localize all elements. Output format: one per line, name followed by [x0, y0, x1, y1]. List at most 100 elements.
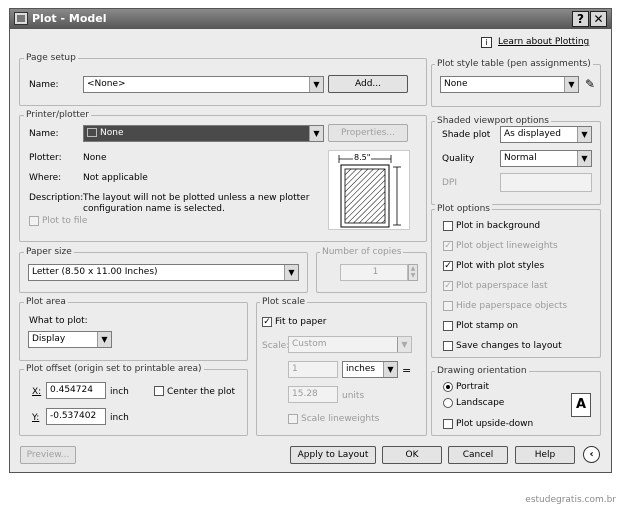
help-button[interactable]: Help: [515, 446, 575, 464]
portrait-label: Portrait: [456, 382, 490, 392]
copies-legend: Number of copies: [320, 247, 404, 257]
plot-offset-group: [19, 369, 248, 436]
help-title-button[interactable]: ?: [572, 11, 589, 27]
close-button[interactable]: ✕: [590, 11, 607, 27]
printer-name-label: Name:: [29, 129, 59, 139]
chevron-down-icon: ▼: [97, 332, 111, 347]
where-value: Not applicable: [83, 173, 148, 183]
chevron-down-icon: ▼: [577, 151, 591, 166]
scale-unit-select[interactable]: inches ▼: [342, 361, 398, 378]
printer-name-value: None: [100, 128, 124, 138]
what-to-plot-label: What to plot:: [29, 316, 88, 326]
plotter-value: None: [83, 153, 107, 163]
plot-option-checkbox[interactable]: [443, 301, 453, 311]
page-setup-name-value: <None>: [87, 79, 126, 89]
dpi-label: DPI: [442, 178, 458, 188]
center-plot-label: Center the plot: [167, 387, 236, 397]
scale-value1-input[interactable]: 1: [288, 361, 338, 378]
center-plot-checkbox[interactable]: [154, 386, 164, 396]
scale-units-label: units: [342, 391, 365, 401]
shade-plot-select[interactable]: As displayed ▼: [500, 126, 592, 143]
y-offset-unit: inch: [110, 413, 129, 423]
copies-input[interactable]: 1: [340, 264, 408, 281]
where-label: Where:: [29, 173, 62, 183]
title-bar: Plot - Model ? ✕: [10, 9, 611, 29]
add-page-setup-button[interactable]: Add...: [328, 75, 408, 93]
plot-option-checkbox[interactable]: [443, 221, 453, 231]
what-to-plot-value: Display: [32, 334, 66, 344]
paper-size-legend: Paper size: [24, 247, 74, 257]
landscape-label: Landscape: [456, 398, 505, 408]
plot-option-label: Plot paperspace last: [456, 281, 548, 291]
plot-option-checkbox[interactable]: [443, 321, 453, 331]
fit-to-paper-checkbox[interactable]: ✓: [262, 317, 272, 327]
plot-option-label: Plot object lineweights: [456, 241, 558, 251]
plot-option-label: Plot with plot styles: [456, 261, 545, 271]
x-offset-unit: inch: [110, 387, 129, 397]
plot-option-label: Hide paperspace objects: [456, 301, 568, 311]
description-line-2: configuration name is selected.: [83, 204, 225, 214]
edit-pen-icon[interactable]: ✎: [582, 76, 598, 93]
scale-select[interactable]: Custom ▼: [288, 336, 412, 353]
cancel-button[interactable]: Cancel: [448, 446, 508, 464]
chevron-down-icon: ▼: [309, 77, 323, 92]
chevron-down-icon: ▼: [397, 337, 411, 352]
plot-style-select[interactable]: None ▼: [440, 76, 579, 93]
plot-offset-legend: Plot offset (origin set to printable are…: [24, 364, 204, 374]
printer-properties-button[interactable]: Properties...: [328, 124, 408, 142]
apply-to-layout-button[interactable]: Apply to Layout: [290, 446, 376, 464]
portrait-radio[interactable]: [443, 382, 453, 392]
info-icon: i: [481, 37, 492, 48]
page-setup-name-select[interactable]: <None> ▼: [83, 76, 324, 93]
shade-plot-value: As displayed: [504, 129, 561, 139]
scale-lineweights-checkbox[interactable]: [288, 414, 298, 424]
y-offset-input[interactable]: -0.537402: [46, 408, 106, 425]
ok-button[interactable]: OK: [382, 446, 442, 464]
learn-plotting-link[interactable]: Learn about Plotting: [498, 37, 589, 47]
chevron-down-icon: ▼: [564, 77, 578, 92]
landscape-radio[interactable]: [443, 398, 453, 408]
page-setup-legend: Page setup: [24, 53, 78, 63]
scale-value2-input[interactable]: 15.28: [288, 386, 338, 403]
plot-option-checkbox[interactable]: ✓: [443, 281, 453, 291]
quality-select[interactable]: Normal ▼: [500, 150, 592, 167]
paper-width-label: 8.5": [353, 153, 372, 162]
plotter-label: Plotter:: [29, 153, 62, 163]
chevron-down-icon: ▼: [284, 265, 298, 280]
plot-option-checkbox[interactable]: ✓: [443, 261, 453, 271]
printer-name-select[interactable]: None ▼: [83, 125, 324, 142]
scale-unit-value: inches: [346, 364, 376, 374]
plot-upside-down-checkbox[interactable]: [443, 419, 453, 429]
plot-upside-down-label: Plot upside-down: [456, 419, 534, 429]
copies-spinner[interactable]: ▲ ▼: [408, 264, 418, 281]
y-offset-label: Y:: [32, 413, 40, 423]
scale-label: Scale:: [262, 341, 290, 351]
scale-lineweights-label: Scale lineweights: [301, 414, 380, 424]
plot-option-checkbox[interactable]: [443, 341, 453, 351]
window-title: Plot - Model: [32, 12, 107, 25]
page-setup-name-label: Name:: [29, 80, 59, 90]
preview-button[interactable]: Preview...: [20, 446, 76, 464]
plot-scale-legend: Plot scale: [260, 297, 308, 307]
shade-plot-label: Shade plot: [442, 130, 491, 140]
plot-option-checkbox[interactable]: ✓: [443, 241, 453, 251]
plot-style-value: None: [444, 79, 468, 89]
printer-legend: Printer/plotter: [24, 110, 91, 120]
dpi-input[interactable]: [500, 173, 592, 192]
orientation-preview-icon: A: [571, 393, 591, 417]
paper-size-select[interactable]: Letter (8.50 x 11.00 Inches) ▼: [28, 264, 299, 281]
description-line-1: The layout will not be plotted unless a …: [83, 193, 310, 203]
what-to-plot-select[interactable]: Display ▼: [28, 331, 112, 348]
plot-to-file-checkbox[interactable]: [29, 216, 39, 226]
plot-area-legend: Plot area: [24, 297, 68, 307]
x-offset-label: X:: [32, 387, 42, 397]
plot-style-legend: Plot style table (pen assignments): [435, 59, 593, 69]
equals-sign: =: [402, 364, 412, 377]
x-offset-input[interactable]: 0.454724: [46, 382, 106, 399]
collapse-arrow-icon[interactable]: ‹: [583, 446, 600, 463]
paper-preview-icon: [338, 155, 401, 228]
shaded-viewport-legend: Shaded viewport options: [435, 116, 551, 126]
plot-dialog: Plot - Model ? ✕ i Learn about Plotting …: [9, 8, 612, 473]
plot-options-legend: Plot options: [435, 204, 492, 214]
quality-label: Quality: [442, 154, 475, 164]
